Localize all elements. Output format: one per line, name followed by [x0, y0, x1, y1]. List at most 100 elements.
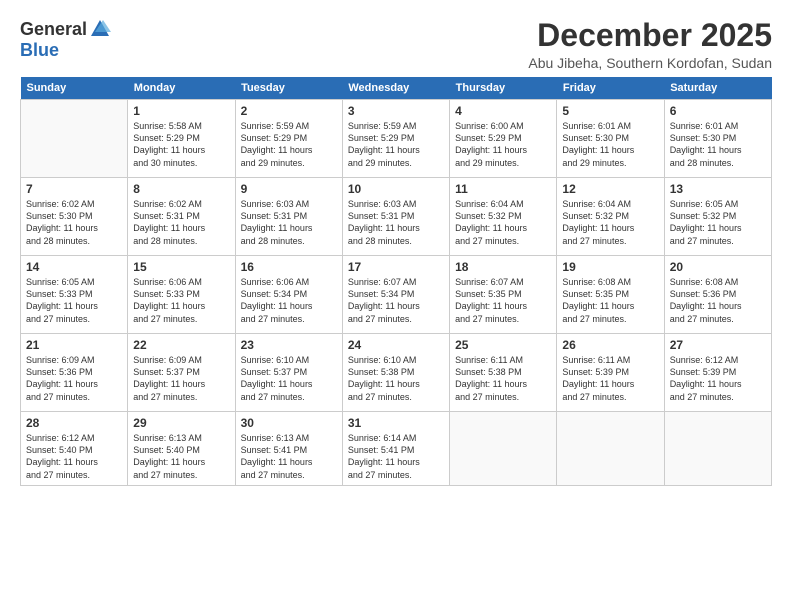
day-number: 15	[133, 260, 229, 274]
day-number: 27	[670, 338, 766, 352]
calendar-cell: 14Sunrise: 6:05 AM Sunset: 5:33 PM Dayli…	[21, 256, 128, 334]
day-info: Sunrise: 6:07 AM Sunset: 5:35 PM Dayligh…	[455, 276, 551, 325]
day-number: 13	[670, 182, 766, 196]
day-info: Sunrise: 6:03 AM Sunset: 5:31 PM Dayligh…	[241, 198, 337, 247]
day-info: Sunrise: 6:04 AM Sunset: 5:32 PM Dayligh…	[455, 198, 551, 247]
month-title: December 2025	[528, 18, 772, 53]
calendar-header-wednesday: Wednesday	[342, 77, 449, 100]
day-info: Sunrise: 6:08 AM Sunset: 5:36 PM Dayligh…	[670, 276, 766, 325]
day-number: 21	[26, 338, 122, 352]
calendar-header-row: SundayMondayTuesdayWednesdayThursdayFrid…	[21, 77, 772, 100]
calendar-cell: 22 Sunrise: 6:09 AM Sunset: 5:37 PM Dayli…	[128, 334, 235, 412]
day-number: 30	[241, 416, 337, 430]
day-info: Sunrise: 6:10 AM Sunset: 5:38 PM Dayligh…	[348, 354, 444, 403]
day-number: 16	[241, 260, 337, 274]
logo-icon	[89, 18, 111, 40]
page: General Blue December 2025 Abu Jibeha, S…	[0, 0, 792, 612]
calendar-cell: 11 Sunrise: 6:04 AM Sunset: 5:32 PM Dayli…	[450, 178, 557, 256]
calendar-cell: 9 Sunrise: 6:03 AM Sunset: 5:31 PM Daylig…	[235, 178, 342, 256]
calendar-cell: 29 Sunrise: 6:13 AM Sunset: 5:40 PM Dayli…	[128, 412, 235, 486]
calendar-cell: 20 Sunrise: 6:08 AM Sunset: 5:36 PM Dayli…	[664, 256, 771, 334]
calendar-week-2: 7 Sunrise: 6:02 AM Sunset: 5:30 PM Daylig…	[21, 178, 772, 256]
day-number: 29	[133, 416, 229, 430]
day-number: 22	[133, 338, 229, 352]
day-info: Sunrise: 6:11 AM Sunset: 5:38 PM Dayligh…	[455, 354, 551, 403]
day-number: 6	[670, 104, 766, 118]
day-info: Sunrise: 6:02 AM Sunset: 5:31 PM Dayligh…	[133, 198, 229, 247]
calendar-week-3: 14Sunrise: 6:05 AM Sunset: 5:33 PM Dayli…	[21, 256, 772, 334]
day-number: 28	[26, 416, 122, 430]
day-info: Sunrise: 6:13 AM Sunset: 5:41 PM Dayligh…	[241, 432, 337, 481]
day-info: Sunrise: 6:03 AM Sunset: 5:31 PM Dayligh…	[348, 198, 444, 247]
calendar-cell: 30 Sunrise: 6:13 AM Sunset: 5:41 PM Dayli…	[235, 412, 342, 486]
day-number: 19	[562, 260, 658, 274]
calendar-header-monday: Monday	[128, 77, 235, 100]
day-info: Sunrise: 5:59 AM Sunset: 5:29 PM Dayligh…	[241, 120, 337, 169]
day-info: Sunrise: 6:12 AM Sunset: 5:40 PM Dayligh…	[26, 432, 122, 481]
day-info: Sunrise: 6:01 AM Sunset: 5:30 PM Dayligh…	[670, 120, 766, 169]
day-number: 23	[241, 338, 337, 352]
day-info: Sunrise: 6:11 AM Sunset: 5:39 PM Dayligh…	[562, 354, 658, 403]
calendar-cell: 7 Sunrise: 6:02 AM Sunset: 5:30 PM Daylig…	[21, 178, 128, 256]
day-number: 10	[348, 182, 444, 196]
day-info: Sunrise: 6:02 AM Sunset: 5:30 PM Dayligh…	[26, 198, 122, 247]
day-info: Sunrise: 6:10 AM Sunset: 5:37 PM Dayligh…	[241, 354, 337, 403]
day-info: Sunrise: 6:00 AM Sunset: 5:29 PM Dayligh…	[455, 120, 551, 169]
calendar-cell: 25 Sunrise: 6:11 AM Sunset: 5:38 PM Dayli…	[450, 334, 557, 412]
calendar-cell: 8Sunrise: 6:02 AM Sunset: 5:31 PM Daylig…	[128, 178, 235, 256]
day-info: Sunrise: 6:07 AM Sunset: 5:34 PM Dayligh…	[348, 276, 444, 325]
calendar-week-4: 21Sunrise: 6:09 AM Sunset: 5:36 PM Dayli…	[21, 334, 772, 412]
calendar-cell: 26 Sunrise: 6:11 AM Sunset: 5:39 PM Dayli…	[557, 334, 664, 412]
day-number: 2	[241, 104, 337, 118]
day-number: 24	[348, 338, 444, 352]
calendar-header-sunday: Sunday	[21, 77, 128, 100]
day-info: Sunrise: 5:58 AM Sunset: 5:29 PM Dayligh…	[133, 120, 229, 169]
calendar-cell: 16 Sunrise: 6:06 AM Sunset: 5:34 PM Dayli…	[235, 256, 342, 334]
calendar-cell	[21, 100, 128, 178]
day-info: Sunrise: 6:09 AM Sunset: 5:37 PM Dayligh…	[133, 354, 229, 403]
calendar-header-saturday: Saturday	[664, 77, 771, 100]
day-number: 1	[133, 104, 229, 118]
logo-general: General	[20, 19, 87, 40]
day-number: 18	[455, 260, 551, 274]
calendar-cell: 28 Sunrise: 6:12 AM Sunset: 5:40 PM Dayli…	[21, 412, 128, 486]
day-number: 12	[562, 182, 658, 196]
calendar-header-thursday: Thursday	[450, 77, 557, 100]
calendar-table: SundayMondayTuesdayWednesdayThursdayFrid…	[20, 77, 772, 486]
day-info: Sunrise: 6:08 AM Sunset: 5:35 PM Dayligh…	[562, 276, 658, 325]
day-info: Sunrise: 6:06 AM Sunset: 5:34 PM Dayligh…	[241, 276, 337, 325]
day-number: 20	[670, 260, 766, 274]
calendar-header-tuesday: Tuesday	[235, 77, 342, 100]
calendar-cell: 1 Sunrise: 5:58 AM Sunset: 5:29 PM Daylig…	[128, 100, 235, 178]
header: General Blue December 2025 Abu Jibeha, S…	[20, 18, 772, 71]
day-info: Sunrise: 6:05 AM Sunset: 5:32 PM Dayligh…	[670, 198, 766, 247]
day-number: 5	[562, 104, 658, 118]
calendar-cell	[450, 412, 557, 486]
calendar-cell: 12Sunrise: 6:04 AM Sunset: 5:32 PM Dayli…	[557, 178, 664, 256]
calendar-cell: 13 Sunrise: 6:05 AM Sunset: 5:32 PM Dayli…	[664, 178, 771, 256]
day-number: 26	[562, 338, 658, 352]
calendar-cell: 21Sunrise: 6:09 AM Sunset: 5:36 PM Dayli…	[21, 334, 128, 412]
calendar-cell: 31Sunrise: 6:14 AM Sunset: 5:41 PM Dayli…	[342, 412, 449, 486]
calendar-cell: 23 Sunrise: 6:10 AM Sunset: 5:37 PM Dayli…	[235, 334, 342, 412]
day-info: Sunrise: 5:59 AM Sunset: 5:29 PM Dayligh…	[348, 120, 444, 169]
calendar-cell	[664, 412, 771, 486]
logo: General Blue	[20, 18, 111, 61]
day-info: Sunrise: 6:12 AM Sunset: 5:39 PM Dayligh…	[670, 354, 766, 403]
day-info: Sunrise: 6:06 AM Sunset: 5:33 PM Dayligh…	[133, 276, 229, 325]
calendar-cell: 18 Sunrise: 6:07 AM Sunset: 5:35 PM Dayli…	[450, 256, 557, 334]
calendar-header-friday: Friday	[557, 77, 664, 100]
day-number: 17	[348, 260, 444, 274]
calendar-cell: 6 Sunrise: 6:01 AM Sunset: 5:30 PM Daylig…	[664, 100, 771, 178]
calendar-cell	[557, 412, 664, 486]
title-block: December 2025 Abu Jibeha, Southern Kordo…	[528, 18, 772, 71]
day-number: 11	[455, 182, 551, 196]
day-number: 7	[26, 182, 122, 196]
day-number: 25	[455, 338, 551, 352]
day-number: 9	[241, 182, 337, 196]
calendar-cell: 15 Sunrise: 6:06 AM Sunset: 5:33 PM Dayli…	[128, 256, 235, 334]
calendar-cell: 27 Sunrise: 6:12 AM Sunset: 5:39 PM Dayli…	[664, 334, 771, 412]
day-info: Sunrise: 6:13 AM Sunset: 5:40 PM Dayligh…	[133, 432, 229, 481]
calendar-cell: 4Sunrise: 6:00 AM Sunset: 5:29 PM Daylig…	[450, 100, 557, 178]
calendar-week-5: 28 Sunrise: 6:12 AM Sunset: 5:40 PM Dayli…	[21, 412, 772, 486]
